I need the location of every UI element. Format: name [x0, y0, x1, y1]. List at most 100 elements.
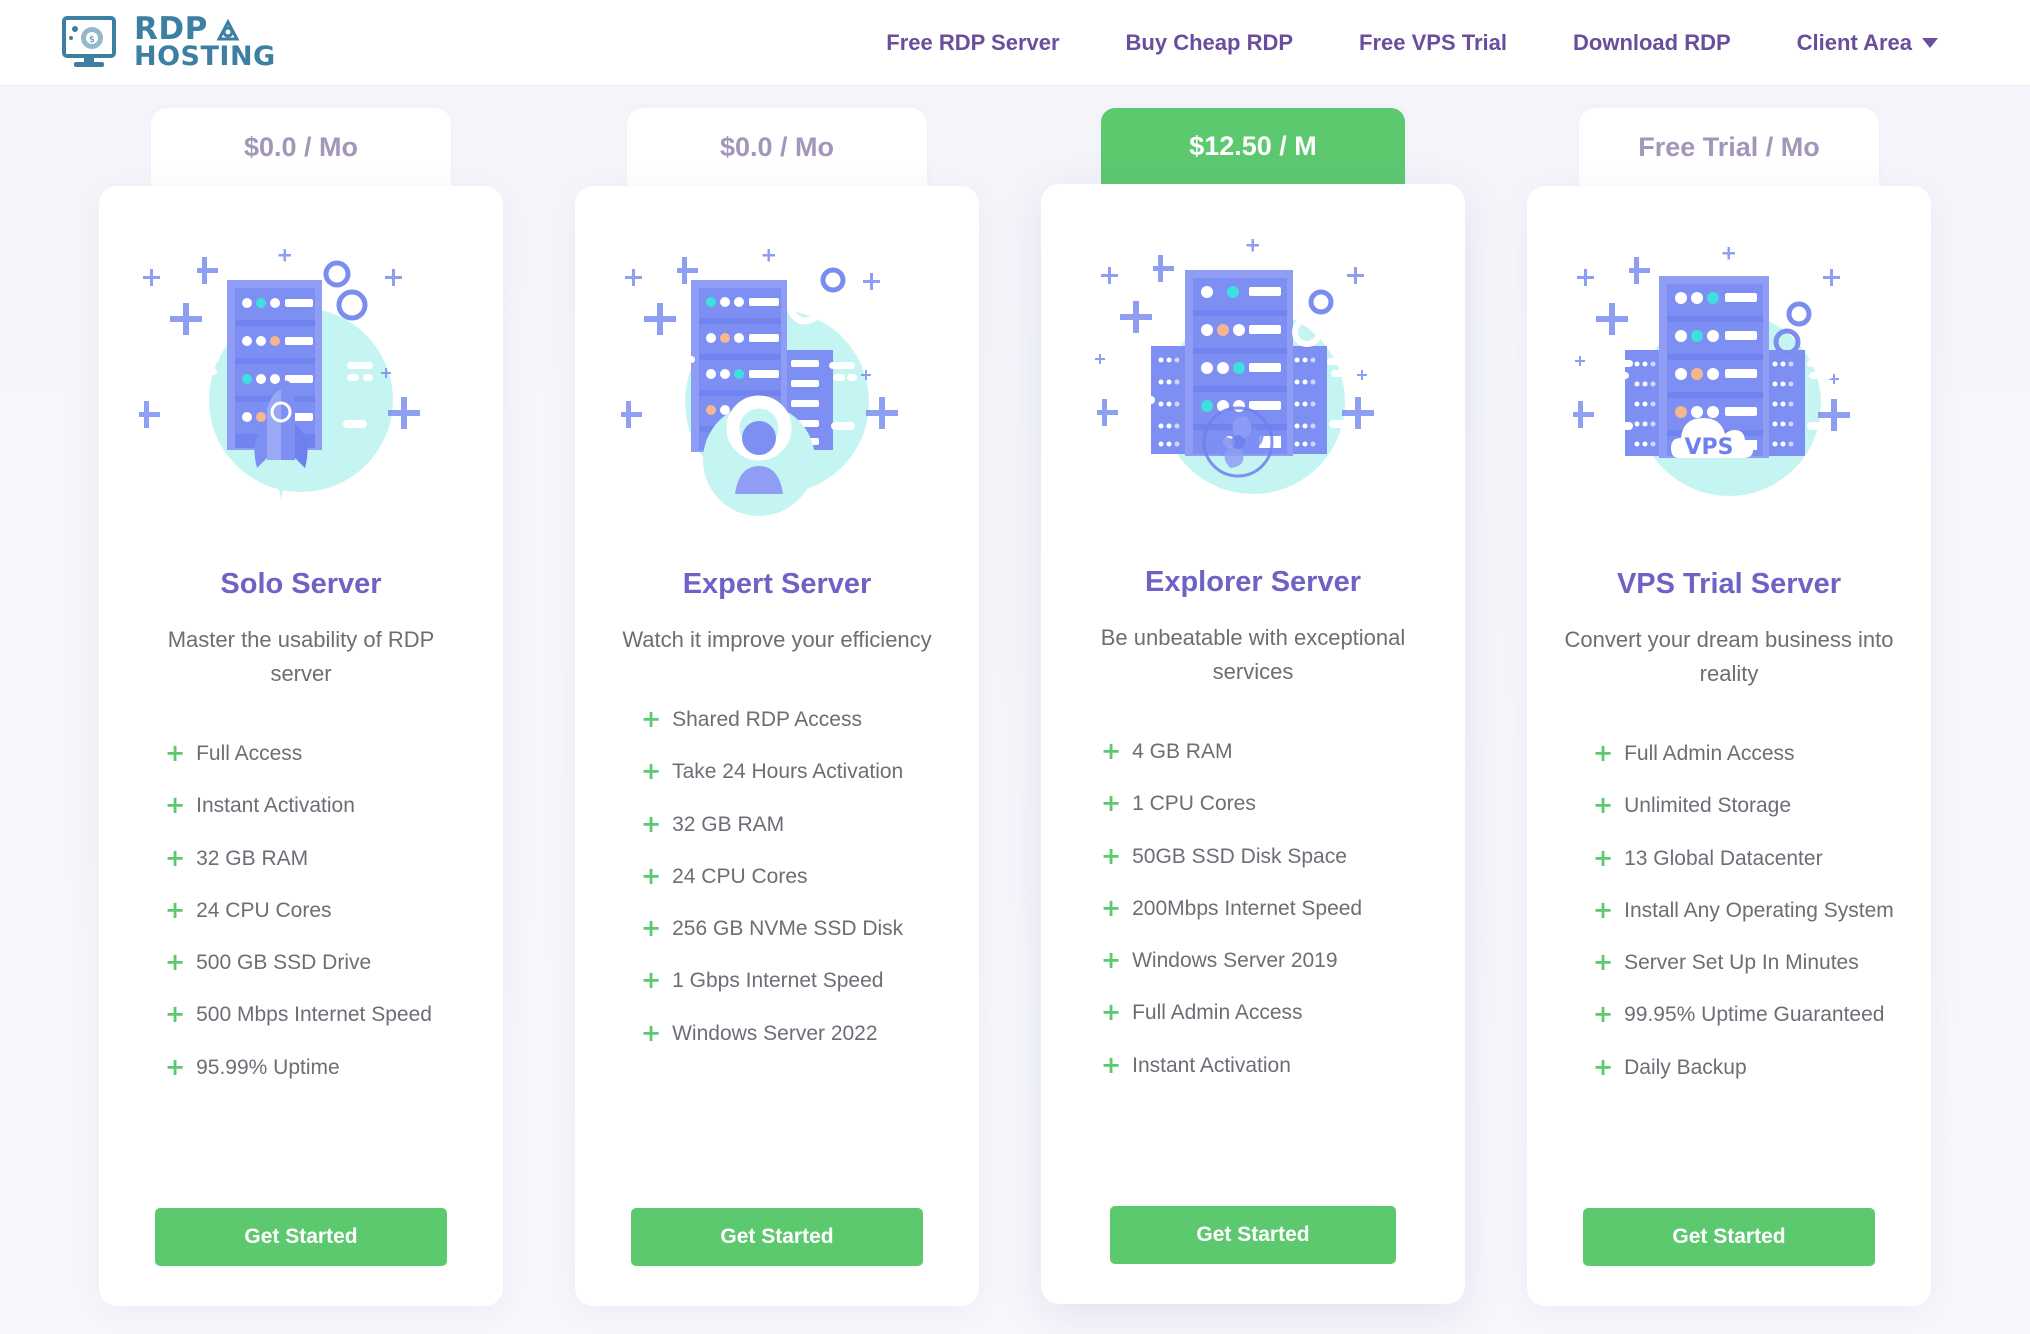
feature-label: 50GB SSD Disk Space	[1132, 844, 1347, 868]
plus-icon: +	[1593, 843, 1614, 872]
feature-label: 32 GB RAM	[196, 846, 309, 870]
price-label: Free Trial / Mo	[1638, 131, 1820, 162]
feature-label: 500 Mbps Internet Speed	[196, 1003, 432, 1027]
plan-card: Explorer Server Be unbeatable with excep…	[1041, 184, 1465, 1304]
plus-icon: +	[165, 791, 186, 820]
pricing-card-explorer-server: $12.50 / M Explorer Server Be unbeatable…	[1015, 108, 1491, 1306]
get-started-button[interactable]: Get Started	[1110, 1206, 1396, 1264]
nav-item-client-area[interactable]: Client Area	[1797, 30, 1938, 56]
nav-item-free-vps-trial[interactable]: Free VPS Trial	[1359, 30, 1507, 56]
list-item: +32 GB RAM	[165, 843, 503, 872]
plus-icon: +	[1593, 1000, 1614, 1029]
list-item: + Windows Server 2022	[641, 1018, 979, 1047]
plus-icon: +	[1101, 946, 1122, 975]
plus-icon: +	[1101, 998, 1122, 1027]
plan-title: Explorer Server	[1144, 566, 1361, 598]
list-item: + Windows Server 2019	[1101, 946, 1465, 975]
plus-icon: +	[1593, 948, 1614, 977]
feature-label: 500 GB SSD Drive	[196, 951, 372, 975]
feature-label: Daily Backup	[1624, 1055, 1747, 1079]
plus-icon: +	[641, 914, 662, 943]
feature-label: Unlimited Storage	[1624, 794, 1792, 818]
nav-item-download-rdp[interactable]: Download RDP	[1573, 30, 1731, 56]
list-item: +500 GB SSD Drive	[165, 949, 503, 976]
plus-icon: +	[165, 739, 186, 768]
feature-label: Install Any Operating System	[1624, 898, 1894, 922]
feature-label: Windows Server 2022	[672, 1021, 878, 1045]
feature-label: 1 Gbps Internet Speed	[672, 969, 884, 993]
plus-icon: +	[641, 757, 662, 786]
plus-icon: +	[1101, 789, 1122, 818]
price-label: $0.0 / Mo	[243, 131, 359, 162]
plus-icon: +	[165, 843, 186, 872]
price-label: $12.50 / M	[1189, 130, 1317, 161]
plus-icon: +	[1593, 895, 1614, 924]
plus-icon: +	[1101, 841, 1122, 870]
plan-title: Solo Server	[220, 568, 382, 600]
plus-icon: +	[641, 861, 662, 890]
nav-item-free-rdp-server[interactable]: Free RDP Server	[886, 30, 1059, 56]
plan-description: Convert your dream business into reality	[1564, 627, 1894, 687]
feature-label: Shared RDP Access	[672, 708, 862, 732]
plus-icon: +	[1593, 739, 1614, 768]
site-header: $ RDP HOSTING Free RDP Server Buy Cheap …	[0, 0, 2030, 86]
feature-label: Server Set Up In Minutes	[1624, 951, 1859, 975]
plan-card: VPS VPS Trial Server Convert your dream …	[1527, 186, 1931, 1306]
feature-label: 95.99% Uptime	[196, 1055, 340, 1079]
list-item: +1 Gbps Internet Speed	[641, 968, 979, 994]
price-label: $0.0 / Mo	[719, 131, 835, 162]
list-item: +13 Global Datacenter	[1593, 843, 1931, 872]
list-item: + Server Set Up In Minutes	[1593, 948, 1931, 977]
list-item: +24 CPU Cores	[165, 897, 503, 924]
plus-icon: +	[1101, 1050, 1122, 1079]
server-rack-support-person-illustration	[621, 249, 898, 516]
list-item: + Unlimited Storage	[1593, 793, 1931, 819]
plan-description: Watch it improve your efficiency	[622, 627, 932, 652]
server-rack-fan-illustration	[1095, 239, 1374, 494]
list-item: +1 CPU Cores	[1101, 791, 1465, 817]
monitor-icon: $	[62, 16, 116, 68]
nav-label: Free VPS Trial	[1359, 29, 1507, 55]
svg-text:$: $	[89, 35, 95, 45]
price-badge: $0.0 / Mo	[627, 108, 927, 186]
feature-label: 99.95% Uptime Guaranteed	[1624, 1003, 1885, 1027]
plan-card: Expert Server Watch it improve your effi…	[575, 186, 979, 1306]
plus-icon: +	[1101, 737, 1122, 766]
plus-icon: +	[165, 1000, 186, 1029]
feature-label: 24 CPU Cores	[196, 898, 332, 922]
list-item: +4 GB RAM	[1101, 737, 1465, 766]
plus-icon: +	[641, 705, 662, 734]
nav-item-buy-cheap-rdp[interactable]: Buy Cheap RDP	[1126, 30, 1293, 56]
pricing-cards-container: $0.0 / Mo Solo Server Master the usabili…	[0, 86, 2030, 1306]
plan-title: Expert Server	[682, 568, 872, 600]
pricing-section: $0.0 / Mo Solo Server Master the usabili…	[0, 86, 2030, 1334]
vps-cloud-label: VPS	[1685, 435, 1734, 460]
plan-description: Master the usability of RDP server	[167, 627, 435, 687]
plan-card: Solo Server Master the usability of RDP …	[99, 186, 503, 1306]
price-badge: $0.0 / Mo	[151, 108, 451, 186]
get-started-button[interactable]: Get Started	[155, 1208, 447, 1266]
plus-icon: +	[1101, 893, 1122, 922]
list-item: + Full Access	[165, 739, 503, 768]
server-rack-rocket-illustration	[139, 249, 420, 502]
get-started-button[interactable]: Get Started	[1583, 1208, 1875, 1266]
site-logo[interactable]: $ RDP HOSTING	[62, 13, 276, 70]
feature-label: 1 CPU Cores	[1132, 792, 1256, 816]
plan-feature-list: + Full Admin Access + Unlimited Storage +1…	[1527, 739, 1931, 1107]
main-navigation: Free RDP Server Buy Cheap RDP Free VPS T…	[886, 30, 1938, 56]
plus-icon: +	[641, 1018, 662, 1047]
feature-label: 24 CPU Cores	[672, 864, 808, 888]
plus-icon: +	[641, 966, 662, 995]
chevron-down-icon	[1922, 37, 1938, 48]
feature-label: Take 24 Hours Activation	[672, 760, 904, 784]
plan-description: Be unbeatable with exceptional services	[1100, 625, 1406, 685]
list-item: + Install Any Operating System	[1593, 895, 1931, 924]
feature-label: 256 GB NVMe SSD Disk	[672, 917, 904, 941]
list-item: + Instant Activation	[165, 793, 503, 819]
price-badge: Free Trial / Mo	[1579, 108, 1879, 186]
feature-label: Instant Activation	[1132, 1053, 1291, 1077]
nav-label: Free RDP Server	[886, 29, 1060, 55]
get-started-button[interactable]: Get Started	[631, 1208, 923, 1266]
feature-label: Instant Activation	[196, 794, 355, 818]
nav-label: Client Area	[1796, 29, 1912, 55]
